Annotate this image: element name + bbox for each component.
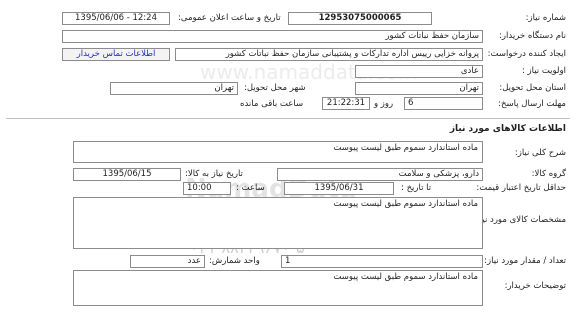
creator-label: ایجاد کننده درخواست: — [487, 49, 566, 59]
time-left-suffix: ساعت باقی مانده — [240, 99, 304, 109]
city-field: تهران — [110, 82, 238, 95]
unit-label: واحد شمارش: — [209, 256, 260, 266]
general-desc-label: شرح کلی نیاز: — [514, 148, 566, 158]
section-divider — [6, 118, 570, 119]
priority-label: اولویت نیاز : — [521, 66, 566, 76]
province-label: استان محل تحویل: — [499, 83, 566, 93]
need-date-field: 1395/06/15 — [73, 168, 181, 181]
province-field: تهران — [355, 82, 483, 95]
goods-group-field: دارو، پزشکی و سلامت — [277, 168, 483, 181]
time-label: ساعت : — [236, 183, 265, 193]
goods-spec-label: مشخصات کالای مورد نیاز: — [472, 215, 566, 225]
need-number-field: 12953075000065 — [288, 12, 432, 25]
creator-field: پروانه خزایی رییس اداره تدارکات و پشتیبا… — [175, 48, 483, 61]
need-number-label: شماره نیاز: — [525, 13, 566, 23]
city-label: شهر محل تحویل: — [244, 83, 306, 93]
qty-field: 1 — [281, 255, 483, 268]
time-left-field: 21:22:31 — [322, 97, 370, 110]
buyer-org-label: نام دستگاه خریدار: — [499, 31, 566, 41]
announce-date-label: تاریخ و ساعت اعلان عمومی: — [178, 13, 281, 23]
days-unit-label: روز و — [374, 99, 394, 109]
general-desc-field: ماده استاندارد سموم طبق لیست پیوست — [73, 141, 483, 163]
buyer-contact-link[interactable]: اطلاعات تماس خریدار — [62, 48, 170, 61]
buyer-org-field: سازمان حفظ نباتات کشور — [62, 30, 483, 43]
qty-label: تعداد / مقدار مورد نیاز: — [484, 256, 566, 266]
goods-group-label: گروه کالا: — [531, 169, 566, 179]
goods-spec-field: ماده استاندارد سموم طبق لیست پیوست — [73, 197, 483, 249]
announce-date-field: 1395/06/06 - 12:24 — [62, 12, 170, 25]
goods-section-title: اطلاعات کالاهای مورد نیاز — [449, 124, 566, 134]
buyer-notes-label: توضیحات خریدار: — [504, 281, 566, 291]
min-price-date-label: حداقل تاریخ اعتبار قیمت: — [476, 183, 566, 193]
time-field: 10:00 — [183, 182, 231, 195]
days-field: 6 — [404, 97, 483, 110]
unit-field: عدد — [130, 255, 205, 268]
deadline-label: مهلت ارسال پاسخ: — [498, 99, 566, 109]
priority-field: عادی — [355, 65, 483, 78]
until-date-field: 1395/06/31 — [284, 182, 394, 195]
until-date-label: تا تاریخ : — [401, 183, 432, 193]
need-date-label: تاریخ نیاز به کالا: — [185, 169, 243, 179]
buyer-notes-field: ماده استاندارد سموم طبق لیست پیوست — [73, 270, 483, 306]
